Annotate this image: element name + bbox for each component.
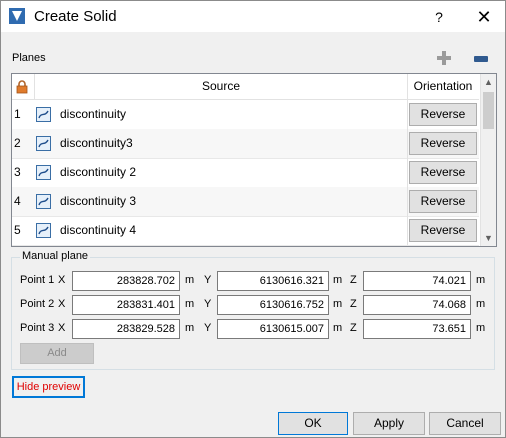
table-row[interactable]: 5 discontinuity 4 Reverse (12, 216, 479, 246)
point1-y-field[interactable]: 6130616.321 (217, 271, 329, 291)
close-button[interactable]: ✕ (464, 3, 504, 31)
point2-x-field[interactable]: 283831.401 (72, 295, 180, 315)
row-number: 1 (14, 107, 21, 121)
unit-label: m (185, 298, 195, 310)
lock-icon[interactable] (15, 80, 29, 94)
axis-label-x: X (58, 274, 66, 286)
row-source: discontinuity 3 (60, 194, 137, 208)
app-logo-icon (9, 8, 25, 24)
scroll-up-icon[interactable]: ▲ (484, 77, 493, 87)
plane-surface-icon (36, 165, 51, 180)
reverse-button[interactable]: Reverse (409, 219, 477, 242)
axis-label-x: X (58, 298, 66, 310)
table-row[interactable]: 1 discontinuity Reverse (12, 100, 479, 130)
row-number: 4 (14, 194, 21, 208)
row-number: 2 (14, 136, 21, 150)
planes-table: Source Orientation 1 discontinuity Rever… (11, 73, 497, 247)
cancel-button[interactable]: Cancel (429, 412, 501, 435)
table-row[interactable]: 4 discontinuity 3 Reverse (12, 187, 479, 217)
apply-button[interactable]: Apply (353, 412, 425, 435)
create-solid-dialog: Create Solid ? ✕ Planes Source Orientati… (0, 0, 506, 438)
add-point-button[interactable]: Add (20, 343, 94, 364)
column-header-orientation[interactable]: Orientation (407, 74, 479, 99)
row-source: discontinuity 2 (60, 165, 137, 179)
axis-label-x: X (58, 322, 66, 334)
reverse-button[interactable]: Reverse (409, 103, 477, 126)
unit-label: m (476, 274, 486, 286)
unit-label: m (185, 322, 195, 334)
axis-label-y: Y (204, 274, 212, 286)
unit-label: m (476, 322, 486, 334)
column-divider (407, 187, 408, 216)
point3-x-field[interactable]: 283829.528 (72, 319, 180, 339)
table-row[interactable]: 3 discontinuity 2 Reverse (12, 158, 479, 188)
manual-plane-title: Manual plane (20, 250, 91, 262)
point-label: Point 1 (20, 274, 55, 286)
row-number: 5 (14, 223, 21, 237)
axis-label-z: Z (350, 274, 357, 286)
axis-label-y: Y (204, 322, 212, 334)
plane-surface-icon (36, 136, 51, 151)
row-source: discontinuity3 (60, 136, 133, 150)
point-label: Point 2 (20, 298, 55, 310)
row-number: 3 (14, 165, 21, 179)
point3-y-field[interactable]: 6130615.007 (217, 319, 329, 339)
planes-label: Planes (12, 52, 46, 64)
unit-label: m (185, 274, 195, 286)
hide-preview-button[interactable]: Hide preview (12, 376, 85, 398)
column-divider (407, 129, 408, 158)
row-source: discontinuity (60, 107, 127, 121)
scroll-down-icon[interactable]: ▼ (484, 233, 493, 243)
unit-label: m (333, 274, 343, 286)
reverse-button[interactable]: Reverse (409, 190, 477, 213)
ok-button[interactable]: OK (278, 412, 348, 435)
unit-label: m (333, 322, 343, 334)
window-title: Create Solid (34, 8, 117, 25)
point3-z-field[interactable]: 73.651 (363, 319, 471, 339)
table-scrollbar[interactable]: ▲ ▼ (480, 74, 496, 246)
axis-label-y: Y (204, 298, 212, 310)
table-header: Source Orientation (12, 74, 479, 100)
point-label: Point 3 (20, 322, 55, 334)
column-divider (407, 100, 408, 129)
point1-x-field[interactable]: 283828.702 (72, 271, 180, 291)
unit-label: m (476, 298, 486, 310)
title-bar: Create Solid ? ✕ (1, 1, 505, 32)
reverse-button[interactable]: Reverse (409, 132, 477, 155)
point2-y-field[interactable]: 6130616.752 (217, 295, 329, 315)
unit-label: m (333, 298, 343, 310)
plane-surface-icon (36, 107, 51, 122)
plane-surface-icon (36, 223, 51, 238)
column-header-source[interactable]: Source (34, 74, 408, 99)
axis-label-z: Z (350, 298, 357, 310)
plane-surface-icon (36, 194, 51, 209)
scroll-thumb[interactable] (483, 92, 494, 129)
help-button[interactable]: ? (422, 3, 456, 31)
plus-icon[interactable] (437, 51, 451, 65)
point2-z-field[interactable]: 74.068 (363, 295, 471, 315)
reverse-button[interactable]: Reverse (409, 161, 477, 184)
row-source: discontinuity 4 (60, 223, 137, 237)
axis-label-z: Z (350, 322, 357, 334)
column-divider (407, 216, 408, 245)
minus-icon[interactable] (474, 56, 488, 62)
point1-z-field[interactable]: 74.021 (363, 271, 471, 291)
table-row[interactable]: 2 discontinuity3 Reverse (12, 129, 479, 159)
column-divider (407, 158, 408, 187)
